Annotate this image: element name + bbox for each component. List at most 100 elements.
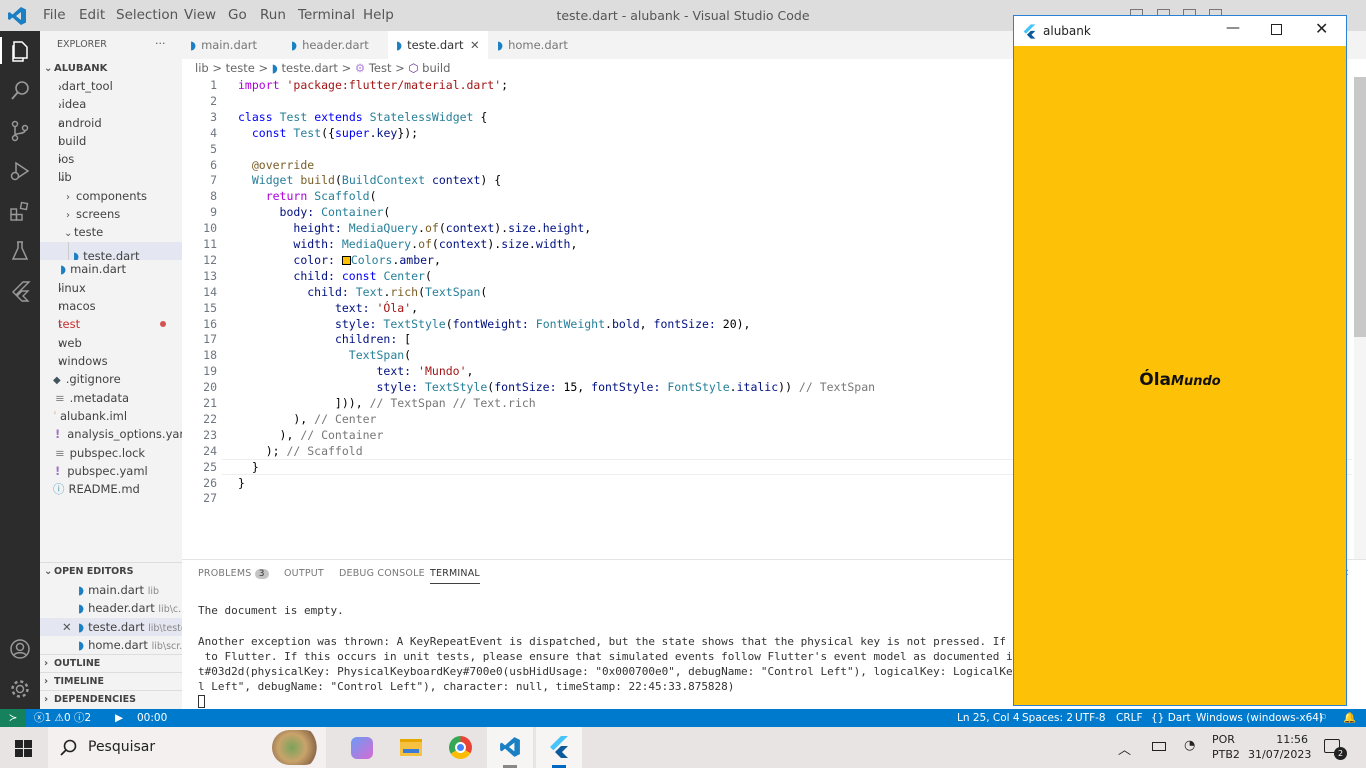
- open-editor-teste-dart[interactable]: ✕◗teste.dart lib\teste: [40, 618, 182, 636]
- tree-item-build[interactable]: ›build: [40, 132, 182, 150]
- close-icon[interactable]: ✕: [470, 31, 480, 59]
- code-line[interactable]: ), // Center: [238, 412, 376, 426]
- language-mode[interactable]: {} Dart: [1151, 709, 1191, 727]
- code-line[interactable]: style: TextStyle(fontSize: 15, fontStyle…: [238, 380, 875, 394]
- testing-icon[interactable]: [8, 239, 32, 263]
- outline-section[interactable]: › OUTLINE: [44, 655, 186, 673]
- code-line[interactable]: ); // Scaffold: [238, 444, 363, 458]
- code-line[interactable]: import 'package:flutter/material.dart';: [238, 78, 508, 92]
- dependencies-section[interactable]: › DEPENDENCIES: [44, 691, 186, 709]
- search-highlight-image[interactable]: [272, 730, 322, 765]
- code-line[interactable]: ])), // TextSpan // Text.rich: [238, 396, 536, 410]
- maximize-icon[interactable]: [1271, 24, 1282, 35]
- explorer-icon[interactable]: [8, 39, 32, 63]
- project-root[interactable]: ⌄ ALUBANK: [44, 60, 186, 78]
- tree-item-windows[interactable]: ›windows: [40, 352, 182, 370]
- breadcrumb-teste[interactable]: teste: [226, 61, 255, 75]
- vscode-taskbar-button[interactable]: [487, 727, 533, 768]
- tree-item-gitignore[interactable]: ◆ .gitignore: [40, 370, 182, 388]
- flutter-window-titlebar[interactable]: alubank — ✕: [1014, 16, 1346, 46]
- flutter-icon[interactable]: [8, 279, 32, 303]
- tree-item-metadata[interactable]: ≡ .metadata: [40, 389, 182, 407]
- battery-icon[interactable]: [1152, 742, 1166, 751]
- tree-item-teste-dart[interactable]: ◗ teste.dart: [40, 242, 182, 260]
- code-line[interactable]: width: MediaQuery.of(context).size.width…: [238, 237, 577, 251]
- clock[interactable]: 11:56 31/07/2023: [1248, 732, 1311, 762]
- panel-tab-debug-console[interactable]: DEBUG CONSOLE: [339, 568, 425, 579]
- menu-selection[interactable]: Selection: [116, 0, 178, 31]
- tree-item-alubank-iml[interactable]: ⷭalubank.iml: [40, 407, 182, 425]
- menu-terminal[interactable]: Terminal: [298, 0, 355, 31]
- code-line[interactable]: body: Container(: [238, 205, 391, 219]
- breadcrumb-lib[interactable]: lib: [195, 61, 209, 75]
- menu-go[interactable]: Go: [228, 0, 247, 31]
- panel-tab-problems[interactable]: PROBLEMS 3: [198, 568, 269, 579]
- feedback-icon[interactable]: ⚐: [1318, 709, 1327, 727]
- extensions-icon[interactable]: [8, 199, 32, 223]
- encoding[interactable]: UTF-8: [1075, 709, 1106, 727]
- code-line[interactable]: @override: [238, 158, 314, 172]
- line-ending[interactable]: CRLF: [1116, 709, 1143, 727]
- tree-item-components[interactable]: › components: [40, 187, 182, 205]
- tree-item-ios[interactable]: ›ios: [40, 150, 182, 168]
- tree-item-pubspec-yaml[interactable]: ! pubspec.yaml: [40, 462, 182, 480]
- remote-icon[interactable]: ≻: [0, 709, 26, 727]
- flutter-device[interactable]: Windows (windows-x64): [1196, 709, 1323, 727]
- close-window-icon[interactable]: ✕: [1315, 19, 1328, 38]
- code-line[interactable]: }: [238, 476, 245, 490]
- tree-item-test[interactable]: ›test: [40, 315, 182, 333]
- code-line[interactable]: color: Colors.amber,: [238, 253, 441, 267]
- code-line[interactable]: child: Text.rich(TextSpan(: [238, 285, 487, 299]
- tree-item-teste[interactable]: ⌄ teste: [40, 223, 182, 241]
- open-editors-section[interactable]: ⌄ OPEN EDITORS: [44, 563, 186, 581]
- flutter-app-taskbar-button[interactable]: [536, 727, 582, 768]
- open-editor-home-dart[interactable]: ◗home.dart lib\scr...: [40, 636, 182, 654]
- vscode-logo-icon[interactable]: [7, 6, 27, 26]
- tab-teste-dart[interactable]: ◗ teste.dart ✕: [388, 31, 488, 59]
- tree-item-lib[interactable]: ⌄lib: [40, 168, 182, 186]
- menu-file[interactable]: File: [43, 0, 66, 31]
- more-actions-icon[interactable]: ···: [155, 35, 175, 53]
- open-editor-header-dart[interactable]: ◗header.dart lib\c...: [40, 599, 182, 617]
- tree-item-linux[interactable]: ›linux: [40, 279, 182, 297]
- problems-status[interactable]: ⓧ1 ⚠0 ⓘ2: [34, 709, 91, 727]
- tab-home-dart[interactable]: ◗ home.dart: [489, 31, 589, 59]
- account-icon[interactable]: [8, 637, 32, 661]
- settings-gear-icon[interactable]: [8, 677, 32, 701]
- file-explorer-icon[interactable]: [400, 739, 422, 756]
- tree-item-screens[interactable]: › screens: [40, 205, 182, 223]
- chrome-icon[interactable]: [449, 736, 472, 759]
- breadcrumb-class[interactable]: Test: [369, 61, 392, 75]
- code-line[interactable]: style: TextStyle(fontWeight: FontWeight.…: [238, 317, 751, 331]
- menu-help[interactable]: Help: [363, 0, 394, 31]
- tree-item-web[interactable]: ›web: [40, 334, 182, 352]
- code-line[interactable]: class Test extends StatelessWidget {: [238, 110, 487, 124]
- windows-start-icon[interactable]: [15, 740, 32, 757]
- code-line[interactable]: }: [238, 460, 259, 474]
- indentation[interactable]: Spaces: 2: [1022, 709, 1073, 727]
- copilot-icon[interactable]: [351, 737, 373, 759]
- input-language[interactable]: POR PTB2: [1212, 732, 1240, 762]
- timeline-section[interactable]: › TIMELINE: [44, 673, 186, 691]
- panel-tab-output[interactable]: OUTPUT: [284, 568, 324, 579]
- tree-item-pubspec-lock[interactable]: ≡ pubspec.lock: [40, 444, 182, 462]
- code-line[interactable]: children: [: [238, 332, 411, 346]
- menu-view[interactable]: View: [184, 0, 216, 31]
- open-editor-main-dart[interactable]: ◗ main.dart lib: [40, 581, 182, 599]
- terminal-cursor[interactable]: [198, 695, 205, 708]
- tree-item-main-dart[interactable]: ◗ main.dart: [40, 260, 182, 278]
- code-line[interactable]: height: MediaQuery.of(context).size.heig…: [238, 221, 591, 235]
- code-line[interactable]: text: 'Mundo',: [238, 364, 473, 378]
- taskbar-search-box[interactable]: Pesquisar: [48, 727, 326, 768]
- tab-main-dart[interactable]: ◗ main.dart: [182, 31, 282, 59]
- tree-item-analysis-options[interactable]: ! analysis_options.yaml: [40, 425, 182, 443]
- breadcrumb-file[interactable]: teste.dart: [282, 61, 338, 75]
- cursor-position[interactable]: Ln 25, Col 4: [957, 709, 1020, 727]
- panel-tab-terminal[interactable]: TERMINAL: [430, 568, 480, 584]
- code-line[interactable]: child: const Center(: [238, 269, 432, 283]
- code-line[interactable]: text: 'Óla',: [238, 301, 418, 315]
- code-line[interactable]: Widget build(BuildContext context) {: [238, 173, 501, 187]
- code-line[interactable]: TextSpan(: [238, 348, 411, 362]
- editor-scrollbar[interactable]: [1354, 77, 1366, 337]
- breadcrumb-method[interactable]: build: [422, 61, 450, 75]
